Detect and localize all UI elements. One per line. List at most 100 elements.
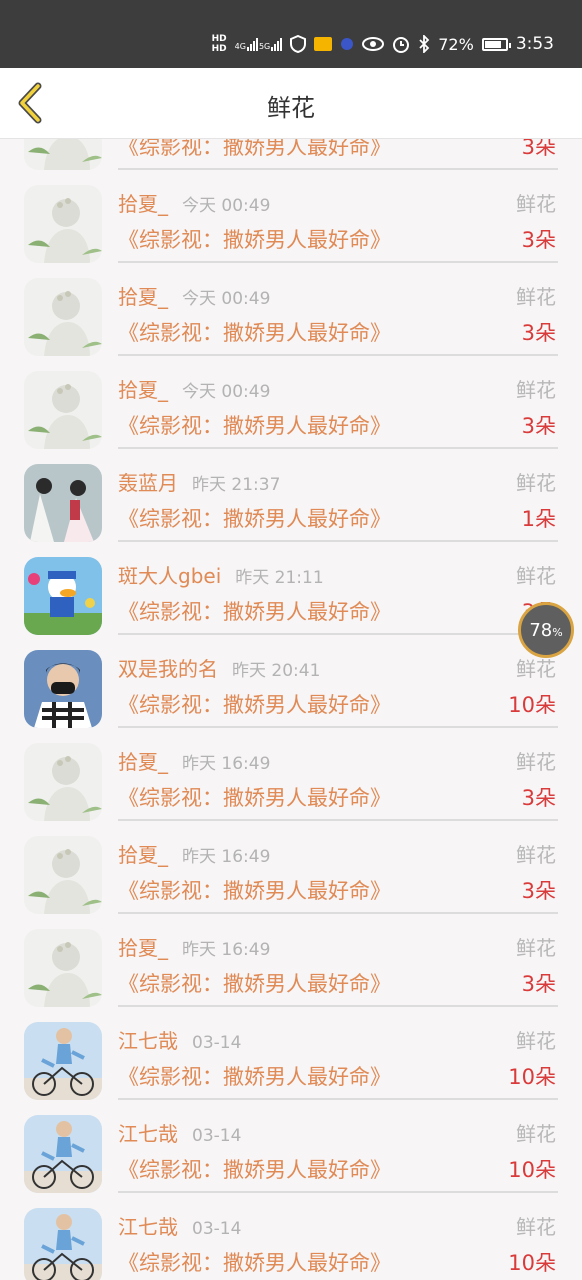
- avatar[interactable]: [24, 464, 102, 542]
- book-title[interactable]: 《综影视：撒娇男人最好命》: [118, 503, 391, 533]
- book-title[interactable]: 《综影视：撒娇男人最好命》: [118, 1247, 391, 1277]
- divider: [118, 726, 558, 728]
- status-bar: HD HD 4G 5G 72% 3:53: [0, 0, 582, 68]
- avatar[interactable]: [24, 743, 102, 821]
- book-title[interactable]: 《综影视：撒娇男人最好命》: [118, 968, 391, 998]
- gift-count: 3朵: [521, 786, 556, 810]
- vpn-icon: [290, 35, 307, 53]
- username[interactable]: 拾夏_ 今天 00:49: [118, 188, 270, 217]
- floating-progress-badge[interactable]: 78%: [518, 602, 574, 658]
- gift-count: 10朵: [508, 1158, 556, 1182]
- list-item[interactable]: 斑大人gbei昨天 21:11鲜花《综影视：撒娇男人最好命》3朵: [0, 548, 582, 641]
- avatar[interactable]: [24, 278, 102, 356]
- book-title[interactable]: 《综影视：撒娇男人最好命》: [118, 1061, 391, 1091]
- divider: [118, 912, 558, 914]
- gift-count: 3朵: [521, 228, 556, 252]
- gift-type: 鲜花: [516, 285, 556, 309]
- list-item[interactable]: 江七哉 03-14 鲜花《综影视：撒娇男人最好命》 10朵: [0, 1013, 582, 1106]
- username[interactable]: 轰蓝月 昨天 21:37: [118, 467, 280, 496]
- divider: [118, 540, 558, 542]
- divider: [118, 168, 558, 170]
- clock: 3:53: [515, 34, 554, 54]
- avatar[interactable]: [24, 139, 102, 170]
- book-title[interactable]: 《综影视：撒娇男人最好命》: [118, 1154, 391, 1184]
- avatar[interactable]: [24, 1115, 102, 1193]
- gift-count: 3朵: [521, 972, 556, 996]
- nav-bar: 鲜花: [0, 68, 582, 139]
- book-title[interactable]: 《综影视：撒娇男人最好命》: [118, 317, 391, 347]
- timestamp: 03-14: [192, 1033, 242, 1053]
- gift-count: 10朵: [508, 1251, 556, 1275]
- username[interactable]: 双是我的名 昨天 20:41: [118, 653, 320, 682]
- username[interactable]: 拾夏_ 今天 00:49: [118, 374, 270, 403]
- avatar[interactable]: [24, 1022, 102, 1100]
- book-title[interactable]: 《综影视：撒娇男人最好命》: [118, 689, 391, 719]
- gift-count: 3朵: [521, 139, 556, 159]
- book-title[interactable]: 《综影视：撒娇男人最好命》: [118, 596, 391, 626]
- timestamp: 今天 00:49: [182, 289, 271, 309]
- book-title[interactable]: 《综影视：撒娇男人最好命》: [118, 139, 391, 161]
- timestamp: 昨天 21:11: [235, 568, 324, 588]
- timestamp: 昨天 16:49: [182, 940, 271, 960]
- timestamp: 昨天 20:41: [232, 661, 321, 681]
- flower-list[interactable]: 拾夏_今天 00:49鲜花《综影视：撒娇男人最好命》3朵拾夏_今天 00:49鲜…: [0, 139, 582, 1280]
- battery-percent: 72%: [438, 34, 474, 54]
- list-item[interactable]: 拾夏_今天 00:49 鲜花《综影视：撒娇男人最好命》 3朵: [0, 269, 582, 362]
- username[interactable]: 拾夏_ 昨天 16:49: [118, 932, 270, 961]
- avatar[interactable]: [24, 557, 102, 635]
- book-title[interactable]: 《综影视：撒娇男人最好命》: [118, 224, 391, 254]
- username[interactable]: 拾夏_ 昨天 16:49: [118, 746, 270, 775]
- avatar[interactable]: [24, 1208, 102, 1280]
- username[interactable]: 江七哉 03-14: [118, 1211, 241, 1240]
- username[interactable]: 拾夏_ 今天 00:49: [118, 281, 270, 310]
- divider: [118, 447, 558, 449]
- timestamp: 昨天 16:49: [182, 754, 271, 774]
- gift-type: 鲜花: [516, 750, 556, 774]
- gift-type: 鲜花: [516, 192, 556, 216]
- gift-type: 鲜花: [516, 378, 556, 402]
- list-item[interactable]: 拾夏_ 昨天 16:49 鲜花《综影视：撒娇男人最好命》 3朵: [0, 827, 582, 920]
- list-item[interactable]: 双是我的名 昨天 20:41 鲜花 《综影视：撒娇男人最好命》 10朵: [0, 641, 582, 734]
- divider: [118, 1098, 558, 1100]
- timestamp: 03-14: [192, 1219, 242, 1239]
- app-icon: [341, 38, 354, 50]
- book-title[interactable]: 《综影视：撒娇男人最好命》: [118, 875, 391, 905]
- gift-type: 鲜花: [516, 936, 556, 960]
- timestamp: 今天 00:49: [182, 382, 271, 402]
- gift-type: 鲜花: [516, 1029, 556, 1053]
- gift-count: 10朵: [508, 1065, 556, 1089]
- divider: [118, 261, 558, 263]
- mail-icon: [314, 37, 333, 51]
- avatar[interactable]: [24, 836, 102, 914]
- avatar[interactable]: [24, 650, 102, 728]
- list-item[interactable]: 拾夏_今天 00:49 鲜花《综影视：撒娇男人最好命》 3朵: [0, 362, 582, 455]
- username[interactable]: 江七哉 03-14: [118, 1118, 241, 1147]
- timestamp: 昨天 16:49: [182, 847, 271, 867]
- list-item[interactable]: 拾夏_今天 00:49 鲜花《综影视：撒娇男人最好命》 3朵: [0, 176, 582, 269]
- avatar[interactable]: [24, 929, 102, 1007]
- username[interactable]: 江七哉 03-14: [118, 1025, 241, 1054]
- gift-count: 3朵: [521, 879, 556, 903]
- username[interactable]: 拾夏_ 昨天 16:49: [118, 839, 270, 868]
- divider: [118, 819, 558, 821]
- avatar[interactable]: [24, 371, 102, 449]
- list-item[interactable]: 江七哉 03-14 鲜花 《综影视：撒娇男人最好命》 10朵: [0, 1106, 582, 1199]
- book-title[interactable]: 《综影视：撒娇男人最好命》: [118, 782, 391, 812]
- gift-count: 3朵: [521, 414, 556, 438]
- timestamp: 昨天 21:37: [192, 475, 281, 495]
- list-item[interactable]: 拾夏_今天 00:49鲜花《综影视：撒娇男人最好命》3朵: [0, 139, 582, 176]
- list-item[interactable]: 拾夏_ 昨天 16:49 鲜花《综影视：撒娇男人最好命》 3朵: [0, 734, 582, 827]
- bluetooth-icon: [419, 35, 430, 53]
- username[interactable]: 斑大人gbei 昨天 21:11: [118, 560, 324, 589]
- list-item[interactable]: 轰蓝月 昨天 21:37 鲜花 《综影视：撒娇男人最好命》 1朵: [0, 455, 582, 548]
- list-item[interactable]: 拾夏_ 昨天 16:49 鲜花《综影视：撒娇男人最好命》 3朵: [0, 920, 582, 1013]
- gift-count: 3朵: [521, 321, 556, 345]
- gift-type: 鲜花: [516, 843, 556, 867]
- book-title[interactable]: 《综影视：撒娇男人最好命》: [118, 410, 391, 440]
- gift-count: 10朵: [508, 693, 556, 717]
- gift-type: 鲜花: [516, 1215, 556, 1239]
- battery-icon: [481, 37, 511, 51]
- list-item[interactable]: 江七哉 03-14 鲜花《综影视：撒娇男人最好命》 10朵: [0, 1199, 582, 1280]
- timestamp: 今天 00:49: [182, 196, 271, 216]
- avatar[interactable]: [24, 185, 102, 263]
